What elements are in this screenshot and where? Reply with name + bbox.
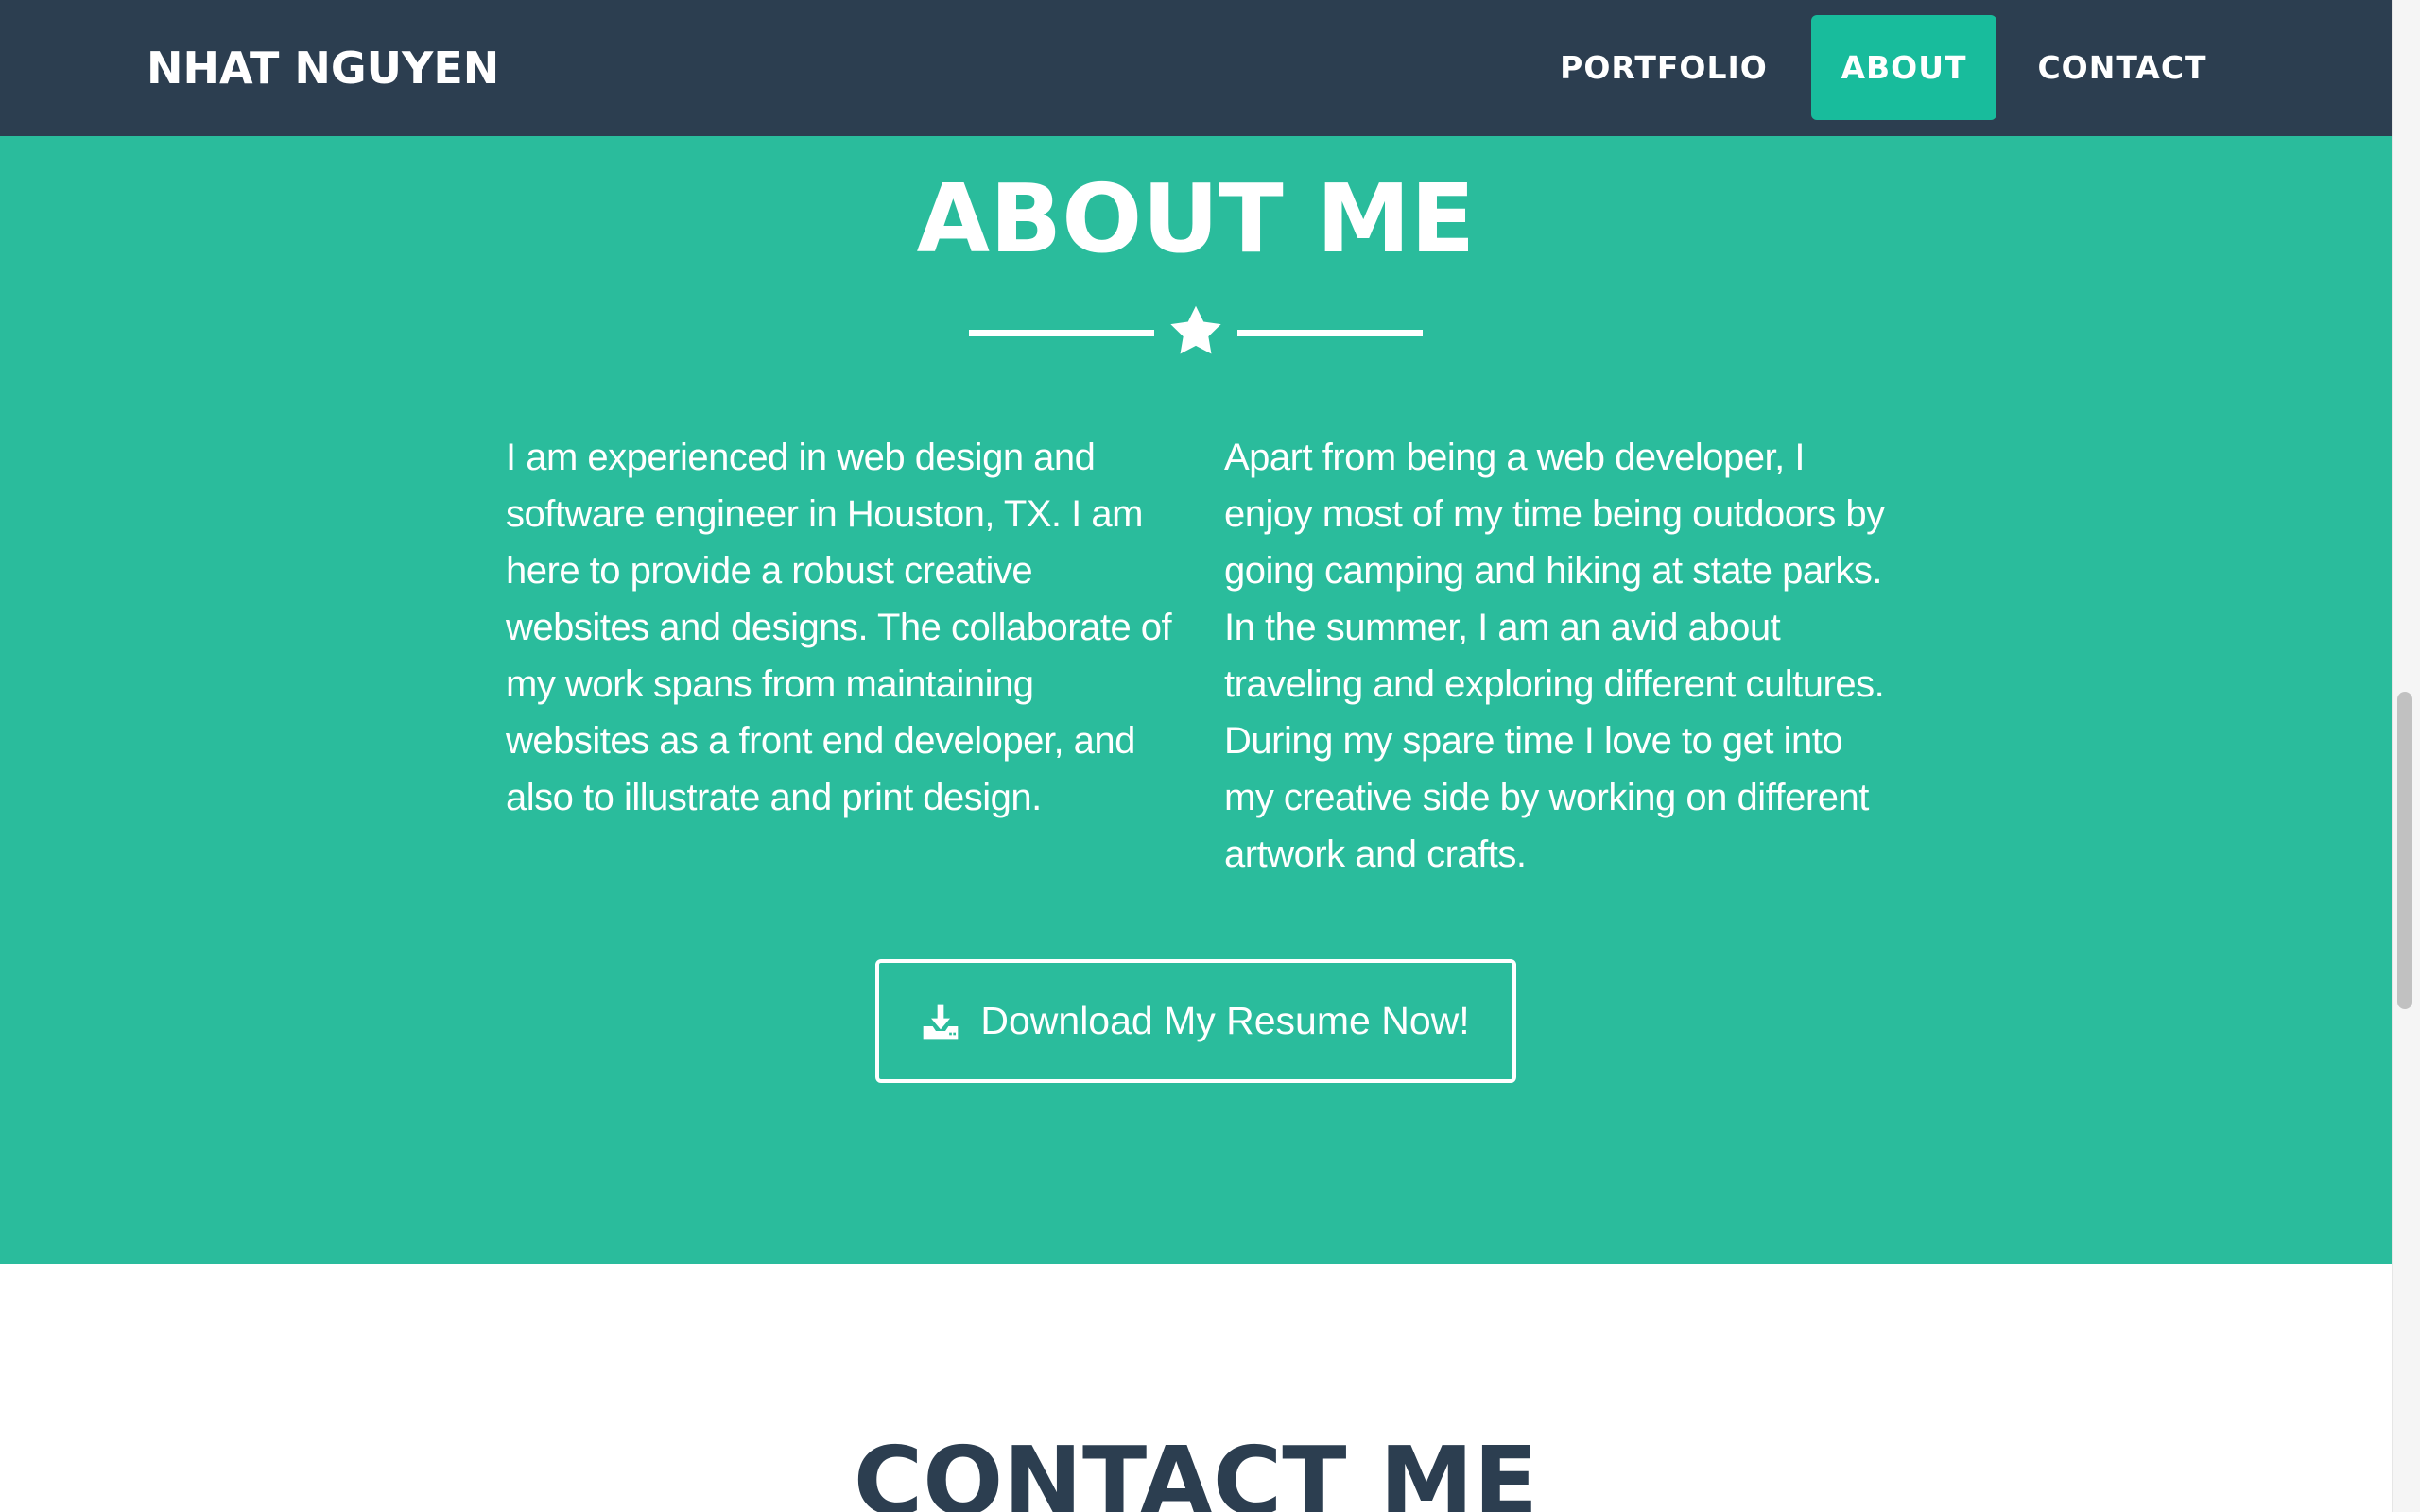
nav-item-portfolio[interactable]: PORTFOLIO — [1543, 15, 1785, 120]
nav-item-about[interactable]: ABOUT — [1811, 15, 1996, 120]
download-resume-button[interactable]: Download My Resume Now! — [875, 959, 1516, 1083]
brand-logo[interactable]: NHAT NGUYEN — [147, 42, 499, 94]
download-icon — [924, 1004, 959, 1039]
contact-title: CONTACT ME — [853, 1426, 1539, 1512]
about-section: ABOUT ME I am experienced in web design … — [0, 136, 2392, 1264]
about-paragraph-left: I am experienced in web design and softw… — [506, 437, 1172, 818]
divider-line-right — [1237, 330, 1423, 336]
download-resume-label: Download My Resume Now! — [980, 999, 1470, 1042]
divider-line-left — [969, 330, 1154, 336]
scrollbar-thumb[interactable] — [2397, 692, 2412, 1009]
about-title: ABOUT ME — [916, 163, 1476, 274]
navbar: NHAT NGUYEN PORTFOLIO ABOUT CONTACT — [0, 0, 2392, 136]
page: NHAT NGUYEN PORTFOLIO ABOUT CONTACT ABOU… — [0, 0, 2420, 1512]
about-paragraph-right: Apart from being a web developer, I enjo… — [1224, 437, 1885, 875]
nav-item-contact[interactable]: CONTACT — [2012, 15, 2233, 120]
contact-section: CONTACT ME — [0, 1264, 2392, 1512]
star-icon — [1170, 305, 1221, 354]
